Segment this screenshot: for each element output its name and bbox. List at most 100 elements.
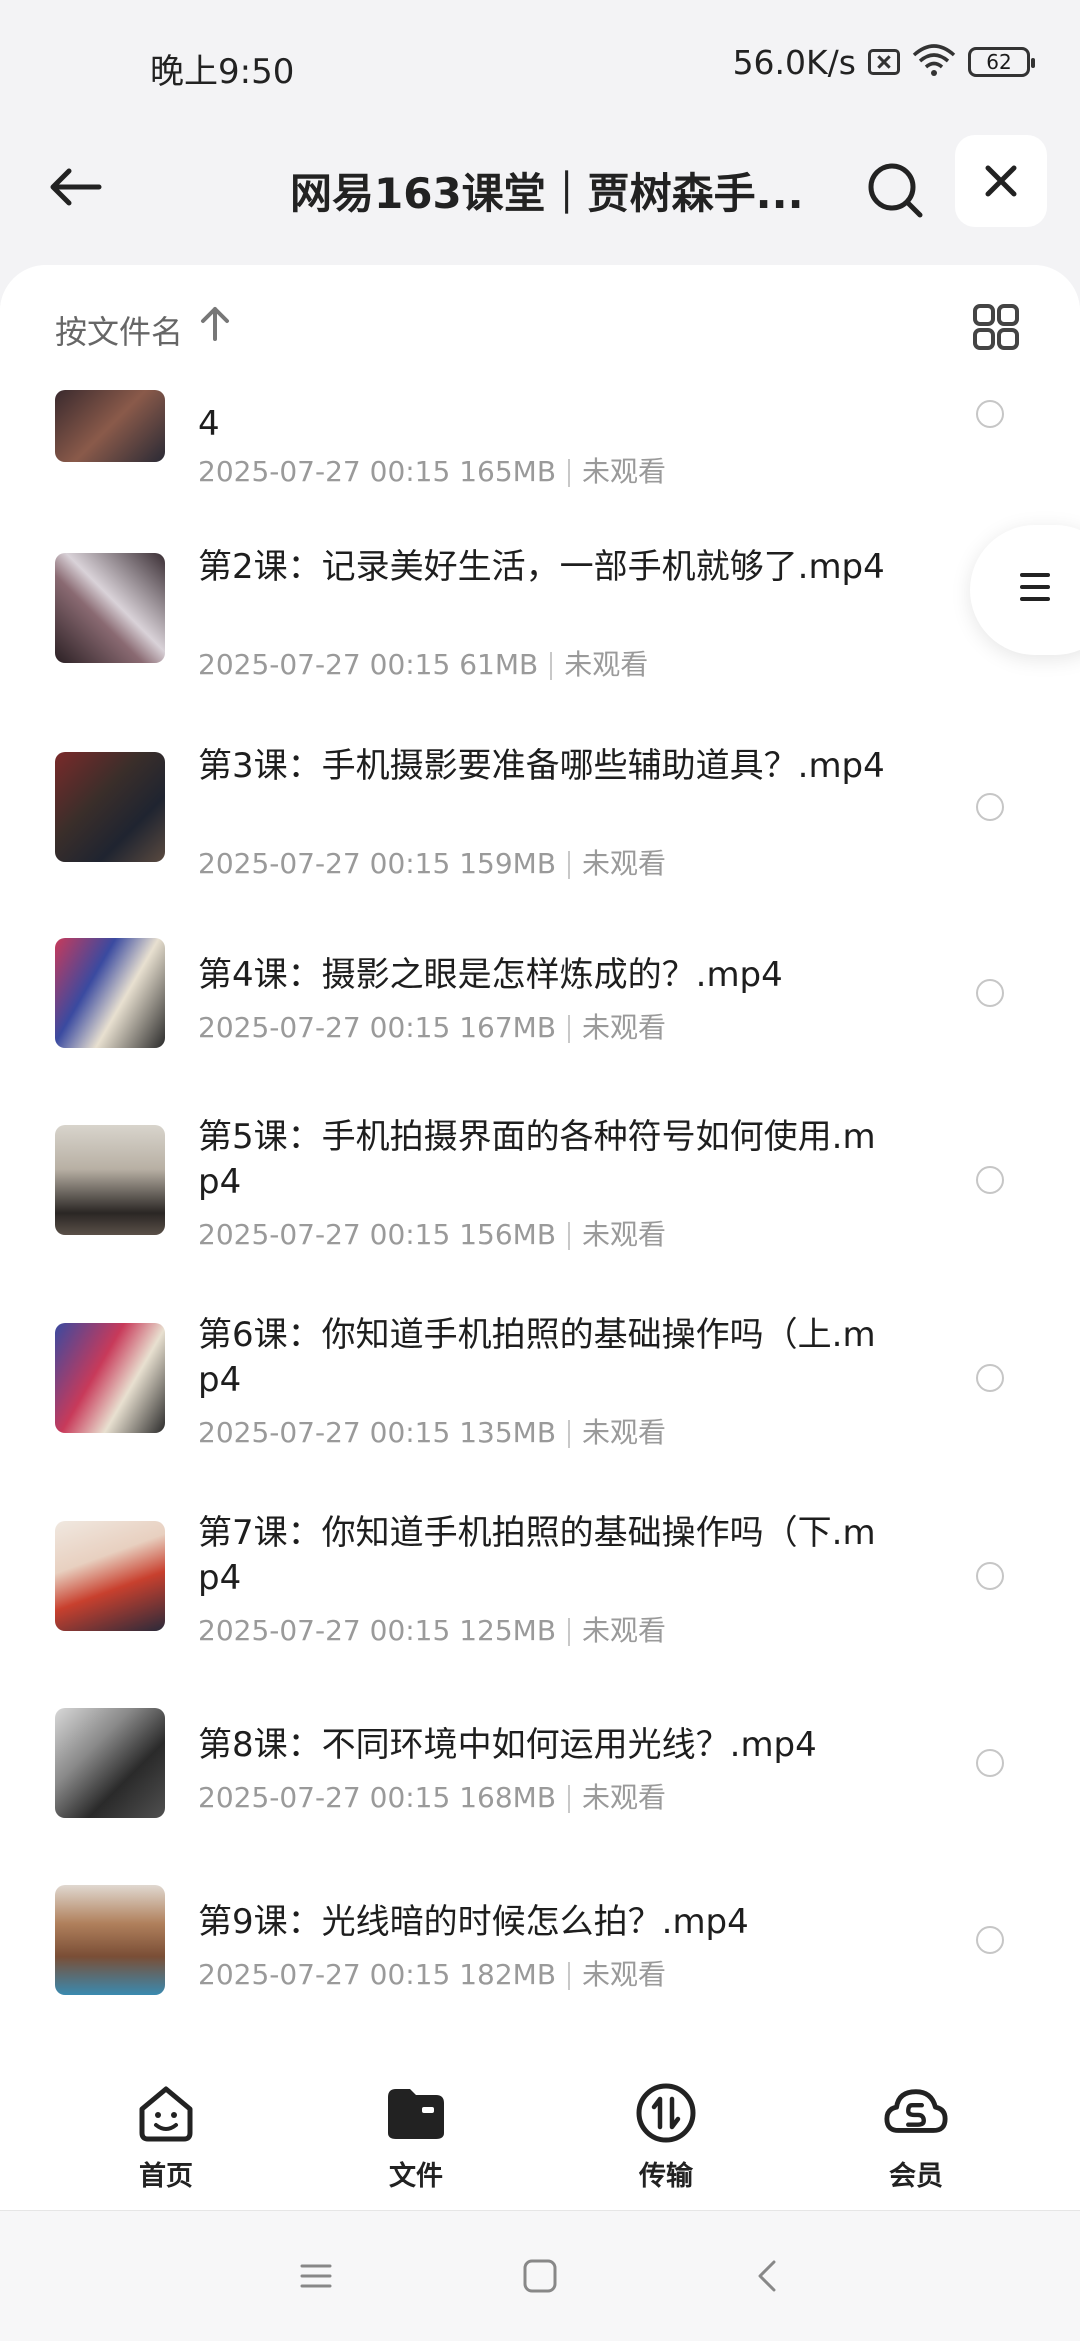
nav-label: 文件	[389, 2161, 443, 2192]
close-icon	[985, 165, 1017, 197]
bottom-nav: 首页 文件 传输 会员	[0, 2060, 1080, 2210]
select-radio[interactable]	[976, 1166, 1004, 1194]
video-thumbnail	[55, 553, 165, 663]
file-meta: 2025-07-27 00:15 135MB 未观看	[198, 1411, 666, 1451]
list-item[interactable]: 第5课：手机拍摄界面的各种符号如何使用.mp4 2025-07-27 00:15…	[0, 1117, 1080, 1315]
sort-bar: 按文件名	[0, 265, 1080, 385]
watch-status: 未观看	[582, 1218, 667, 1251]
no-sim-icon	[868, 49, 900, 75]
nav-label: 会员	[889, 2161, 943, 2192]
file-date: 2025-07-27 00:15	[198, 1958, 451, 1991]
select-radio[interactable]	[976, 1364, 1004, 1392]
file-size: 156MB	[459, 1218, 557, 1251]
file-date: 2025-07-27 00:15	[198, 1218, 451, 1251]
file-date: 2025-07-27 00:15	[198, 1614, 451, 1647]
watch-status: 未观看	[582, 1011, 667, 1044]
file-name: 第8课：不同环境中如何运用光线？.mp4	[198, 1725, 817, 1765]
select-radio[interactable]	[976, 793, 1004, 821]
file-name: 第4课：摄影之眼是怎样炼成的？.mp4	[198, 955, 783, 995]
file-date: 2025-07-27 00:15	[198, 1416, 451, 1449]
file-size: 135MB	[459, 1416, 557, 1449]
transfer-icon	[633, 2080, 699, 2146]
back-button[interactable]	[40, 152, 110, 222]
file-size: 159MB	[459, 847, 557, 880]
nav-files[interactable]: 文件	[336, 2080, 496, 2193]
status-time: 晚上9:50	[150, 52, 295, 92]
watch-status: 未观看	[582, 1958, 667, 1991]
video-thumbnail	[55, 1521, 165, 1631]
select-radio[interactable]	[976, 1562, 1004, 1590]
arrow-left-icon	[50, 168, 102, 206]
file-size: 167MB	[459, 1011, 557, 1044]
folder-icon	[383, 2080, 449, 2146]
status-right: 56.0K/s 62	[733, 40, 1035, 84]
search-button[interactable]	[855, 150, 935, 230]
sort-by-name-button[interactable]: 按文件名	[55, 307, 183, 353]
video-thumbnail	[55, 752, 165, 862]
close-button[interactable]	[955, 135, 1047, 227]
file-list-panel: 4 2025-07-27 00:15 165MB 未观看 第2课：记录美好生活，一…	[0, 265, 1080, 2210]
list-item[interactable]: 第8课：不同环境中如何运用光线？.mp4 2025-07-27 00:15 16…	[0, 1708, 1080, 1898]
file-name: 第9课：光线暗的时候怎么拍？.mp4	[198, 1902, 749, 1942]
list-item[interactable]: 第6课：你知道手机拍照的基础操作吗（上.mp4 2025-07-27 00:15…	[0, 1315, 1080, 1513]
file-meta: 2025-07-27 00:15 125MB 未观看	[198, 1609, 666, 1649]
menu-icon	[1020, 573, 1050, 609]
file-size: 61MB	[459, 648, 539, 681]
header: 网易163课堂｜贾树森手...	[0, 130, 1080, 270]
video-thumbnail	[55, 1708, 165, 1818]
select-radio[interactable]	[976, 1749, 1004, 1777]
wifi-icon	[912, 43, 956, 81]
watch-status: 未观看	[582, 455, 667, 488]
file-meta: 2025-07-27 00:15 182MB 未观看	[198, 1953, 666, 1993]
file-date: 2025-07-27 00:15	[198, 847, 451, 880]
file-size: 168MB	[459, 1781, 557, 1814]
grid-view-icon[interactable]	[972, 303, 1020, 351]
select-radio[interactable]	[976, 979, 1004, 1007]
video-thumbnail	[55, 938, 165, 1048]
list-item[interactable]: 第4课：摄影之眼是怎样炼成的？.mp4 2025-07-27 00:15 167…	[0, 938, 1080, 1128]
file-size: 165MB	[459, 455, 557, 488]
status-bar: 晚上9:50 56.0K/s 62	[0, 0, 1080, 130]
file-name: 第5课：手机拍摄界面的各种符号如何使用.mp4	[198, 1117, 876, 1202]
nav-transfer[interactable]: 传输	[586, 2080, 746, 2193]
watch-status: 未观看	[582, 1781, 667, 1814]
select-radio[interactable]	[976, 1926, 1004, 1954]
file-meta: 2025-07-27 00:15 156MB 未观看	[198, 1213, 666, 1253]
file-date: 2025-07-27 00:15	[198, 455, 451, 488]
video-thumbnail	[55, 1323, 165, 1433]
file-meta: 2025-07-27 00:15 61MB 未观看	[198, 643, 648, 683]
recent-apps-icon[interactable]	[296, 2256, 336, 2296]
file-date: 2025-07-27 00:15	[198, 1011, 451, 1044]
nav-home[interactable]: 首页	[86, 2080, 246, 2193]
watch-status: 未观看	[582, 847, 667, 880]
file-name: 第2课：记录美好生活，一部手机就够了.mp4	[198, 547, 885, 587]
file-meta: 2025-07-27 00:15 168MB 未观看	[198, 1776, 666, 1816]
file-date: 2025-07-27 00:15	[198, 1781, 451, 1814]
home-smile-icon	[133, 2080, 199, 2146]
file-name: 第7课：你知道手机拍照的基础操作吗（下.mp4	[198, 1513, 876, 1598]
watch-status: 未观看	[564, 648, 649, 681]
file-meta: 2025-07-27 00:15 165MB 未观看	[198, 450, 666, 490]
nav-vip[interactable]: 会员	[836, 2080, 996, 2193]
nav-label: 首页	[139, 2161, 193, 2192]
list-item[interactable]: 第9课：光线暗的时候怎么拍？.mp4 2025-07-27 00:15 182M…	[0, 1885, 1080, 2075]
page-title: 网易163课堂｜贾树森手...	[290, 169, 804, 218]
file-date: 2025-07-27 00:15	[198, 648, 451, 681]
file-name: 第6课：你知道手机拍照的基础操作吗（上.mp4	[198, 1315, 876, 1400]
list-item[interactable]: 第7课：你知道手机拍照的基础操作吗（下.mp4 2025-07-27 00:15…	[0, 1513, 1080, 1711]
search-icon	[868, 163, 923, 218]
arrow-up-icon[interactable]	[200, 305, 230, 341]
vip-cloud-icon	[883, 2080, 949, 2146]
list-item[interactable]: 第2课：记录美好生活，一部手机就够了.mp4 2025-07-27 00:15 …	[0, 547, 1080, 743]
file-meta: 2025-07-27 00:15 159MB 未观看	[198, 842, 666, 882]
back-icon[interactable]	[748, 2256, 788, 2296]
file-name: 4	[198, 404, 220, 444]
watch-status: 未观看	[582, 1416, 667, 1449]
file-meta: 2025-07-27 00:15 167MB 未观看	[198, 1006, 666, 1046]
video-thumbnail	[55, 390, 165, 462]
file-size: 182MB	[459, 1958, 557, 1991]
video-thumbnail	[55, 1125, 165, 1235]
list-item[interactable]: 第3课：手机摄影要准备哪些辅助道具？.mp4 2025-07-27 00:15 …	[0, 746, 1080, 942]
home-icon[interactable]	[520, 2256, 560, 2296]
select-radio[interactable]	[976, 400, 1004, 428]
